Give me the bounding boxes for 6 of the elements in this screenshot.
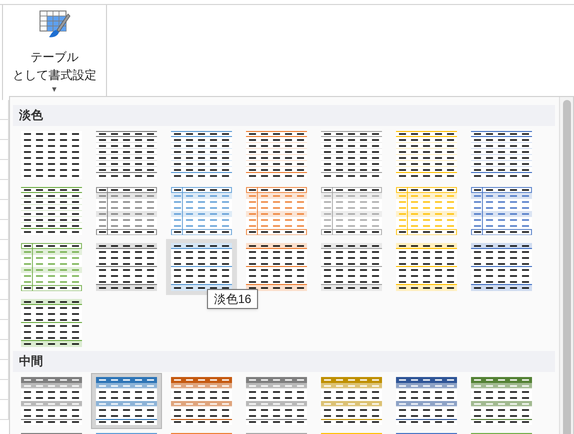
table-paintbrush-icon: [38, 10, 70, 40]
section-header: 淡色: [13, 105, 555, 126]
scrollbar-thumb[interactable]: [562, 100, 570, 434]
section-header: 中間: [13, 351, 555, 372]
format-as-table-button[interactable]: テーブル として書式設定 ▾: [12, 10, 96, 94]
tooltip: 淡色16: [207, 289, 258, 309]
